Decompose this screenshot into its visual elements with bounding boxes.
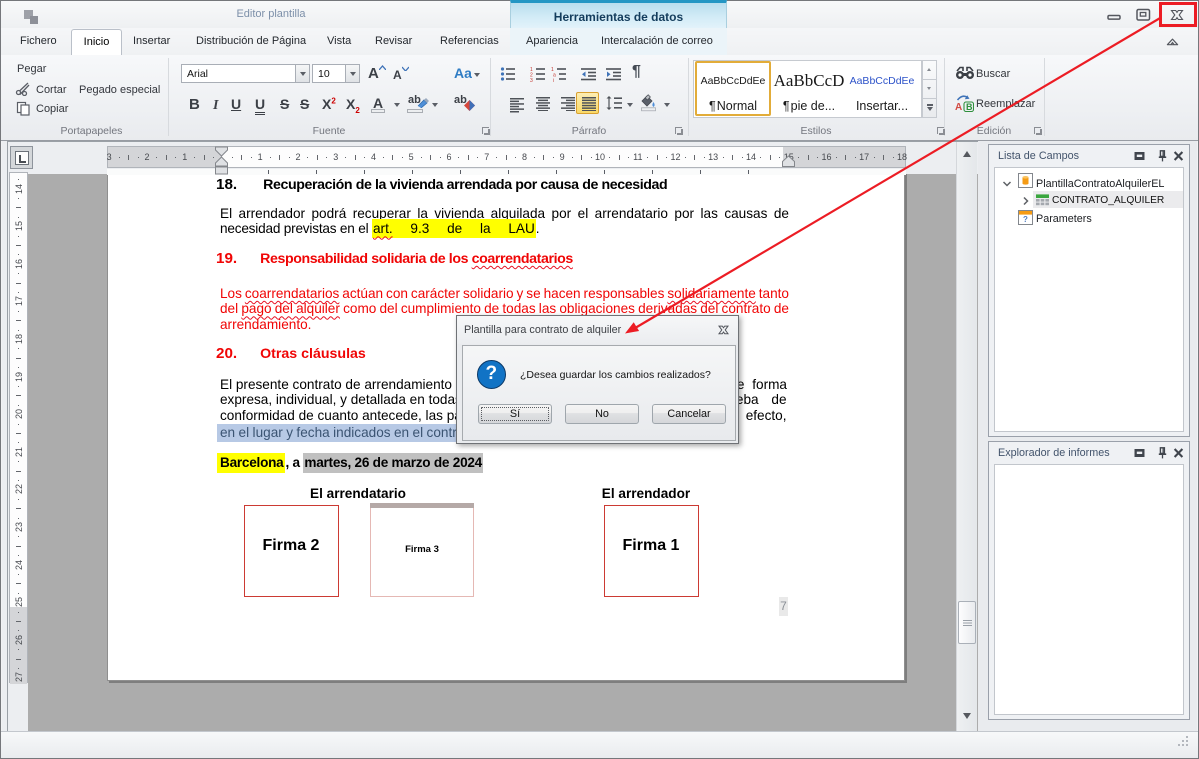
svg-text:i: i	[553, 78, 554, 82]
svg-text:?: ?	[1023, 215, 1028, 224]
svg-text:3: 3	[530, 78, 533, 82]
svg-text:B: B	[966, 102, 973, 112]
svg-text:A: A	[955, 102, 962, 112]
